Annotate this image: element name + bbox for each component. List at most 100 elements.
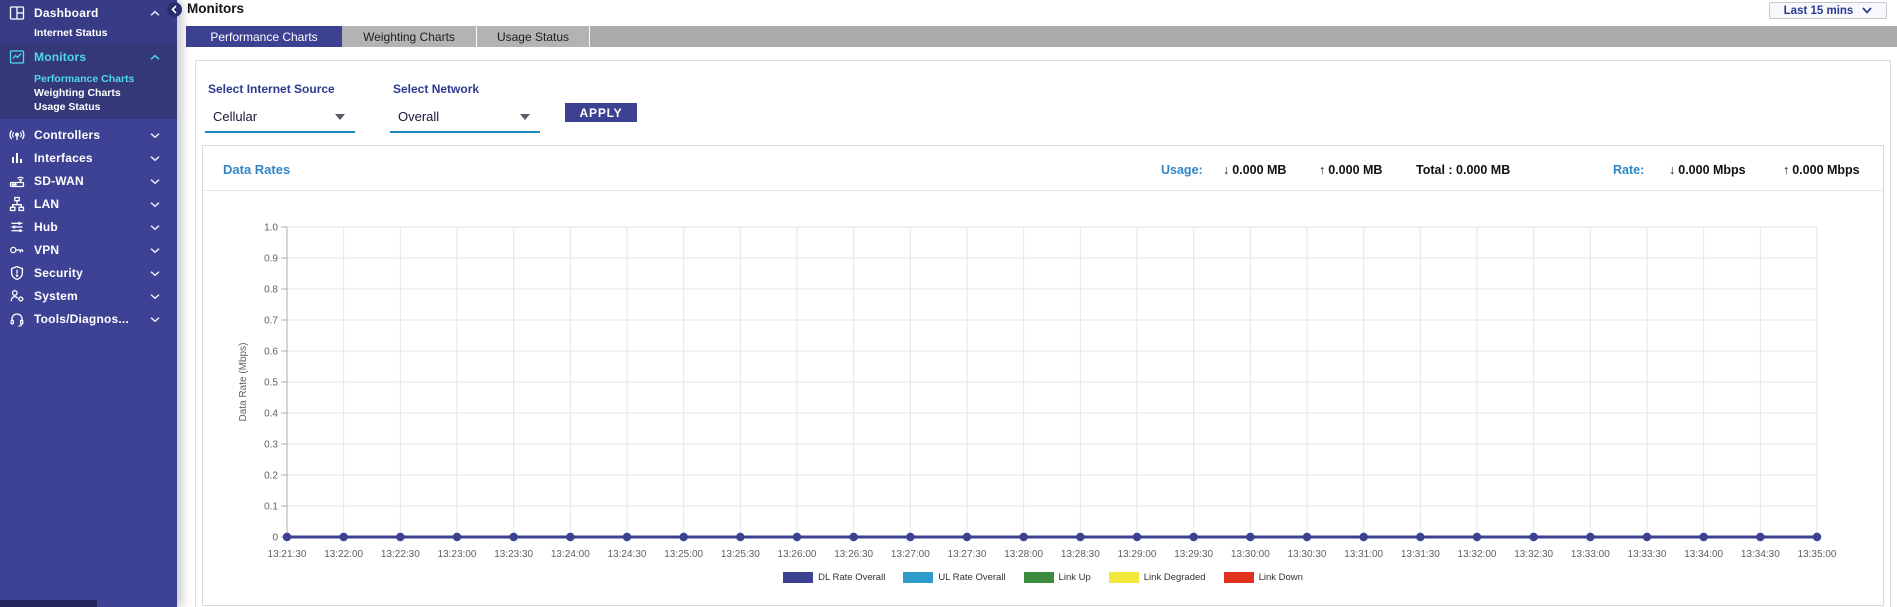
legend-label: Link Up <box>1059 572 1091 583</box>
chevron-down-icon <box>150 201 160 208</box>
controllers-icon <box>8 127 26 143</box>
sidebar-item-performance-charts[interactable]: Performance Charts <box>0 72 177 86</box>
sidebar-item-sd-wan[interactable]: SD-WAN <box>0 170 177 192</box>
sidebar-item-dashboard[interactable]: Dashboard <box>0 2 177 24</box>
chevron-down-icon <box>150 155 160 162</box>
sidebar-item-label: VPN <box>34 243 59 257</box>
sidebar-item-label: Hub <box>34 220 58 234</box>
legend-item-link-degraded[interactable]: Link Degraded <box>1109 572 1206 583</box>
sidebar-item-system[interactable]: System <box>0 285 177 307</box>
sidebar-item-chevron <box>150 201 160 208</box>
legend-swatch <box>783 572 813 583</box>
tools-icon <box>8 311 26 327</box>
sidebar-item-label: Dashboard <box>34 6 98 20</box>
chevron-down-icon <box>150 316 160 323</box>
sidebar-collapse-button[interactable] <box>167 2 182 17</box>
sidebar-item-interfaces[interactable]: Interfaces <box>0 147 177 169</box>
sidebar-item-label: Security <box>34 266 83 280</box>
sidebar-item-weighting-charts[interactable]: Weighting Charts <box>0 86 177 100</box>
download-arrow-icon: ↓ <box>1669 163 1675 177</box>
sidebar-subitem-label: Weighting Charts <box>34 87 121 99</box>
legend-label: Link Down <box>1259 572 1303 583</box>
download-arrow-icon: ↓ <box>1223 163 1229 177</box>
app-window: Dashboard Internet Status Monitors Performa… <box>0 0 1897 607</box>
rate-upload-stat: ↑0.000 Mbps <box>1783 163 1860 177</box>
time-range-dropdown[interactable]: Last 15 mins <box>1769 2 1887 19</box>
chevron-down-icon <box>150 247 160 254</box>
sidebar-item-chevron <box>150 155 160 162</box>
dropdown-caret-icon <box>335 114 345 120</box>
sidebar-item-label: Tools/Diagnos... <box>34 312 129 326</box>
legend-swatch <box>1024 572 1054 583</box>
time-range-label: Last 15 mins <box>1784 5 1854 17</box>
sidebar-item-monitors[interactable]: Monitors <box>0 46 177 68</box>
sidebar-item-vpn[interactable]: VPN <box>0 239 177 261</box>
chevron-down-icon <box>150 224 160 231</box>
dashboard-icon <box>8 5 26 21</box>
lan-icon <box>8 196 26 212</box>
chevron-up-icon <box>150 54 160 61</box>
sidebar-item-chevron <box>150 132 160 139</box>
system-icon <box>8 288 26 304</box>
tab-bar: Performance ChartsWeighting ChartsUsage … <box>186 26 1897 47</box>
chevron-left-icon <box>170 5 179 14</box>
chevron-up-icon <box>150 10 160 17</box>
usage-upload-stat: ↑0.000 MB <box>1319 163 1382 177</box>
legend-swatch <box>903 572 933 583</box>
sidebar-item-chevron <box>150 293 160 300</box>
select-network-label: Select Network <box>393 82 479 96</box>
sidebar-item-label: System <box>34 289 78 303</box>
sidebar-item-tools-diagnos[interactable]: Tools/Diagnos... <box>0 308 177 330</box>
rate-label: Rate: <box>1613 163 1644 177</box>
sidebar-subitem-label: Performance Charts <box>34 73 134 85</box>
chevron-down-icon <box>150 178 160 185</box>
legend-item-ul-rate-overall[interactable]: UL Rate Overall <box>903 572 1005 583</box>
sidebar-item-chevron <box>150 178 160 185</box>
sidebar-item-label: LAN <box>34 197 59 211</box>
rate-download-stat: ↓0.000 Mbps <box>1669 163 1746 177</box>
sidebar-item-internet-status[interactable]: Internet Status <box>0 26 177 40</box>
usage-download-stat: ↓0.000 MB <box>1223 163 1286 177</box>
legend-label: UL Rate Overall <box>938 572 1005 583</box>
data-rates-card: Data Rates Usage: ↓0.000 MB ↑0.000 MB To… <box>202 145 1884 606</box>
sidebar-item-controllers[interactable]: Controllers <box>0 124 177 146</box>
vpn-icon <box>8 242 26 258</box>
sidebar-item-label: Controllers <box>34 128 100 142</box>
hub-icon <box>8 219 26 235</box>
legend-item-link-down[interactable]: Link Down <box>1224 572 1303 583</box>
chevron-down-icon <box>150 132 160 139</box>
usage-total-stat: Total : 0.000 MB <box>1416 163 1510 177</box>
network-select[interactable]: Overall <box>390 102 540 133</box>
internet-source-select[interactable]: Cellular <box>205 102 355 133</box>
tab-weighting-charts[interactable]: Weighting Charts <box>342 26 477 47</box>
sidebar-item-chevron <box>150 54 160 61</box>
sidebar-item-hub[interactable]: Hub <box>0 216 177 238</box>
chevron-down-icon <box>1862 7 1872 14</box>
sidebar-item-chevron <box>150 270 160 277</box>
chevron-down-icon <box>150 293 160 300</box>
tab-usage-status[interactable]: Usage Status <box>477 26 590 47</box>
sidebar-subitem-label: Usage Status <box>34 101 101 113</box>
sidebar-item-chevron <box>150 10 160 17</box>
internet-source-value: Cellular <box>213 109 257 124</box>
data-rates-title: Data Rates <box>223 162 290 177</box>
usage-label: Usage: <box>1161 163 1203 177</box>
upload-arrow-icon: ↑ <box>1319 163 1325 177</box>
interfaces-icon <box>8 150 26 166</box>
sidebar-item-chevron <box>150 247 160 254</box>
sidebar-item-chevron <box>150 316 160 323</box>
tab-performance-charts[interactable]: Performance Charts <box>186 26 342 47</box>
sidebar-item-usage-status[interactable]: Usage Status <box>0 100 177 114</box>
sidebar-item-security[interactable]: Security <box>0 262 177 284</box>
legend-swatch <box>1109 572 1139 583</box>
sidebar-item-label: Monitors <box>34 50 86 64</box>
sidebar-item-lan[interactable]: LAN <box>0 193 177 215</box>
legend-item-link-up[interactable]: Link Up <box>1024 572 1091 583</box>
upload-arrow-icon: ↑ <box>1783 163 1789 177</box>
apply-button[interactable]: APPLY <box>565 103 637 122</box>
sidebar: Dashboard Internet Status Monitors Performa… <box>0 0 177 607</box>
legend-item-dl-rate-overall[interactable]: DL Rate Overall <box>783 572 885 583</box>
chevron-down-icon <box>150 270 160 277</box>
dropdown-caret-icon <box>520 114 530 120</box>
sidebar-item-label: SD-WAN <box>34 174 84 188</box>
